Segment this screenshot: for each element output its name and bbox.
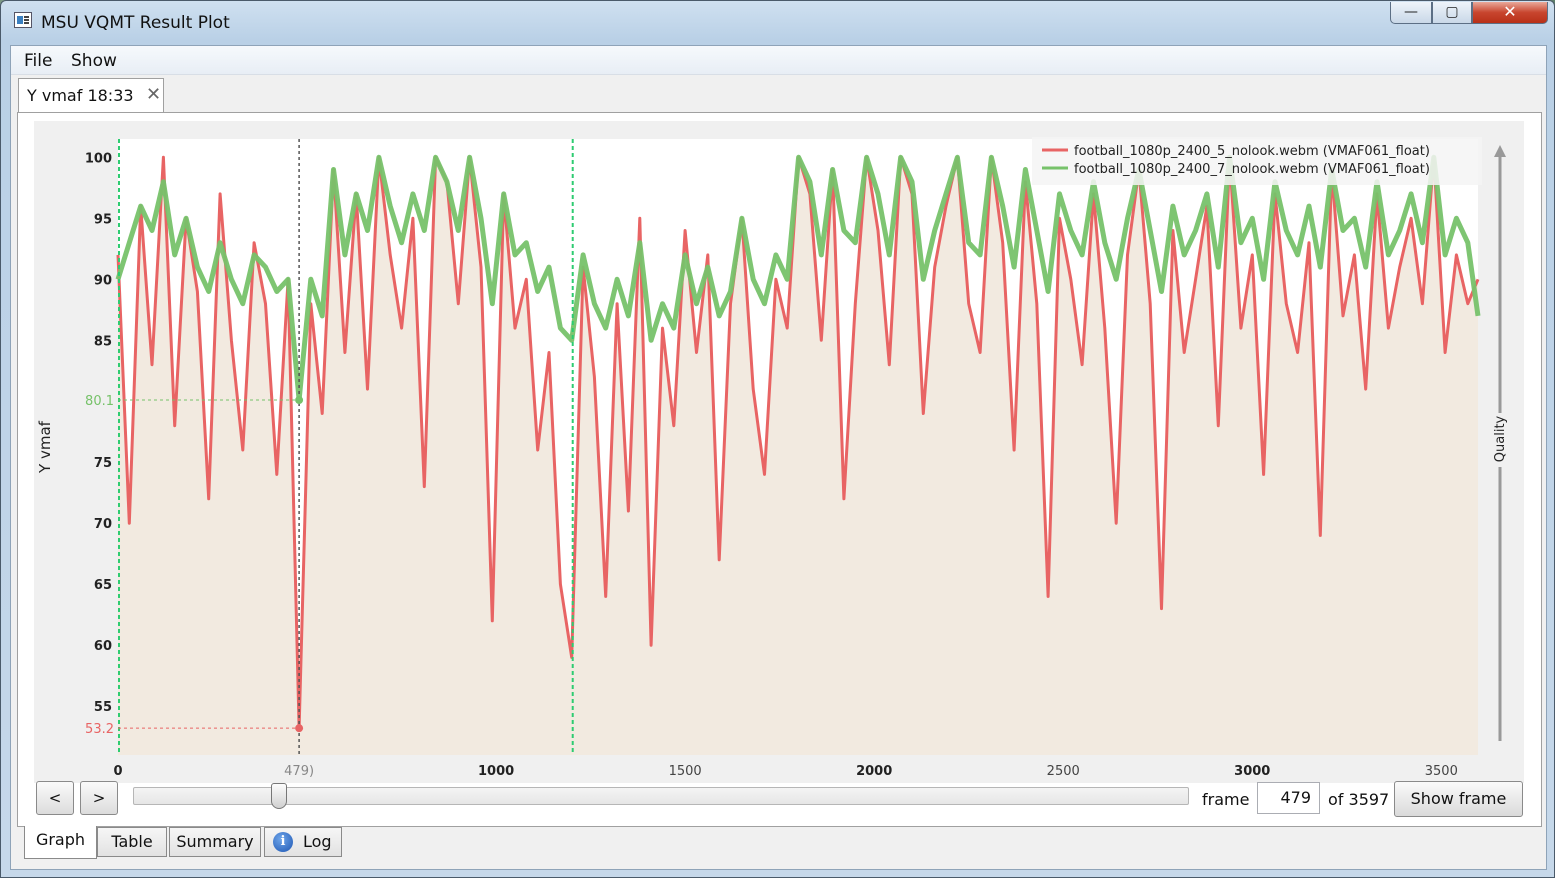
legend-label: football_1080p_2400_7_nolook.webm (VMAF0…: [1074, 162, 1430, 177]
info-icon: i: [273, 832, 293, 852]
maximize-button[interactable]: ▢: [1432, 2, 1472, 24]
graph-pane: 53.2 80.1 479) 55 60 65 70 75 85 90 95 100 0 1000 1500…: [17, 112, 1542, 827]
quality-axis-label: Quality: [1493, 415, 1508, 462]
menu-bar: File Show: [11, 46, 1546, 75]
frame-label: frame: [1202, 790, 1250, 809]
x-tick-label: 1000: [478, 764, 514, 779]
legend-label: football_1080p_2400_5_nolook.webm (VMAF0…: [1074, 144, 1430, 159]
cursor-value-label-series1: 53.2: [85, 722, 114, 737]
menu-file[interactable]: File: [24, 51, 52, 71]
frame-slider-thumb[interactable]: [271, 783, 288, 809]
x-tick-label: 0: [113, 764, 122, 779]
y-tick-label: 90: [94, 273, 112, 288]
x-tick-label: 3000: [1234, 764, 1270, 779]
y-tick-label: 95: [94, 212, 112, 227]
y-axis-title: Y vmaf: [36, 420, 54, 474]
document-tab[interactable]: Y vmaf 18:33 ✕: [18, 78, 164, 114]
tab-close-icon[interactable]: ✕: [146, 84, 161, 105]
next-frame-button[interactable]: >: [80, 781, 118, 815]
maximize-icon: ▢: [1445, 4, 1459, 20]
vmaf-chart[interactable]: 53.280.1479)55606570758590951000 1000 1500…: [34, 121, 1524, 783]
client-area: File Show Y vmaf 18:33 ✕ 53.2 80.1 479) 55 6…: [10, 45, 1547, 870]
menu-show[interactable]: Show: [71, 51, 117, 71]
y-tick-label: 75: [94, 456, 112, 471]
tab-graph[interactable]: Graph: [24, 826, 97, 859]
x-tick-label: 1500: [669, 764, 702, 779]
cursor-point-series2: [295, 396, 304, 405]
close-window-button[interactable]: ✕: [1472, 2, 1548, 24]
y-tick-label: 70: [94, 517, 112, 532]
app-icon: [14, 12, 32, 28]
close-icon: ✕: [1503, 2, 1517, 21]
plot-area[interactable]: 53.2 80.1 479) 55 60 65 70 75 85 90 95 100 0 1000 1500…: [34, 121, 1524, 783]
title-bar[interactable]: MSU VQMT Result Plot — ▢ ✕: [1, 1, 1554, 45]
y-tick-label: 55: [94, 700, 112, 715]
y-tick-label: 100: [85, 151, 112, 166]
quality-axis-arrow: [1494, 145, 1506, 157]
y-tick-label: 60: [94, 639, 112, 654]
document-tab-label: Y vmaf 18:33: [27, 86, 134, 105]
frame-total: of 3597: [1328, 790, 1390, 809]
window-title: MSU VQMT Result Plot: [41, 13, 230, 33]
frame-slider[interactable]: [133, 787, 1189, 805]
x-tick-label: 2000: [856, 764, 892, 779]
cursor-point-series1: [295, 724, 304, 733]
tab-log-label: Log: [303, 832, 332, 851]
show-frame-button[interactable]: Show frame: [1394, 781, 1523, 817]
tab-log[interactable]: i Log: [264, 827, 342, 857]
prev-frame-button[interactable]: <: [36, 781, 74, 815]
y-tick-label: 85: [94, 334, 112, 349]
minimize-button[interactable]: —: [1390, 2, 1432, 24]
tab-summary[interactable]: Summary: [169, 827, 261, 857]
minimize-icon: —: [1404, 4, 1418, 20]
frame-number-input[interactable]: 479: [1257, 782, 1320, 814]
app-window: MSU VQMT Result Plot — ▢ ✕ File Show Y v…: [0, 0, 1555, 878]
x-tick-label: 2500: [1047, 764, 1080, 779]
x-tick-label: 3500: [1425, 764, 1458, 779]
y-tick-label: 65: [94, 578, 112, 593]
tab-table[interactable]: Table: [97, 827, 167, 857]
cursor-frame-label: 479): [284, 764, 314, 779]
cursor-value-label-series2: 80.1: [85, 394, 114, 409]
